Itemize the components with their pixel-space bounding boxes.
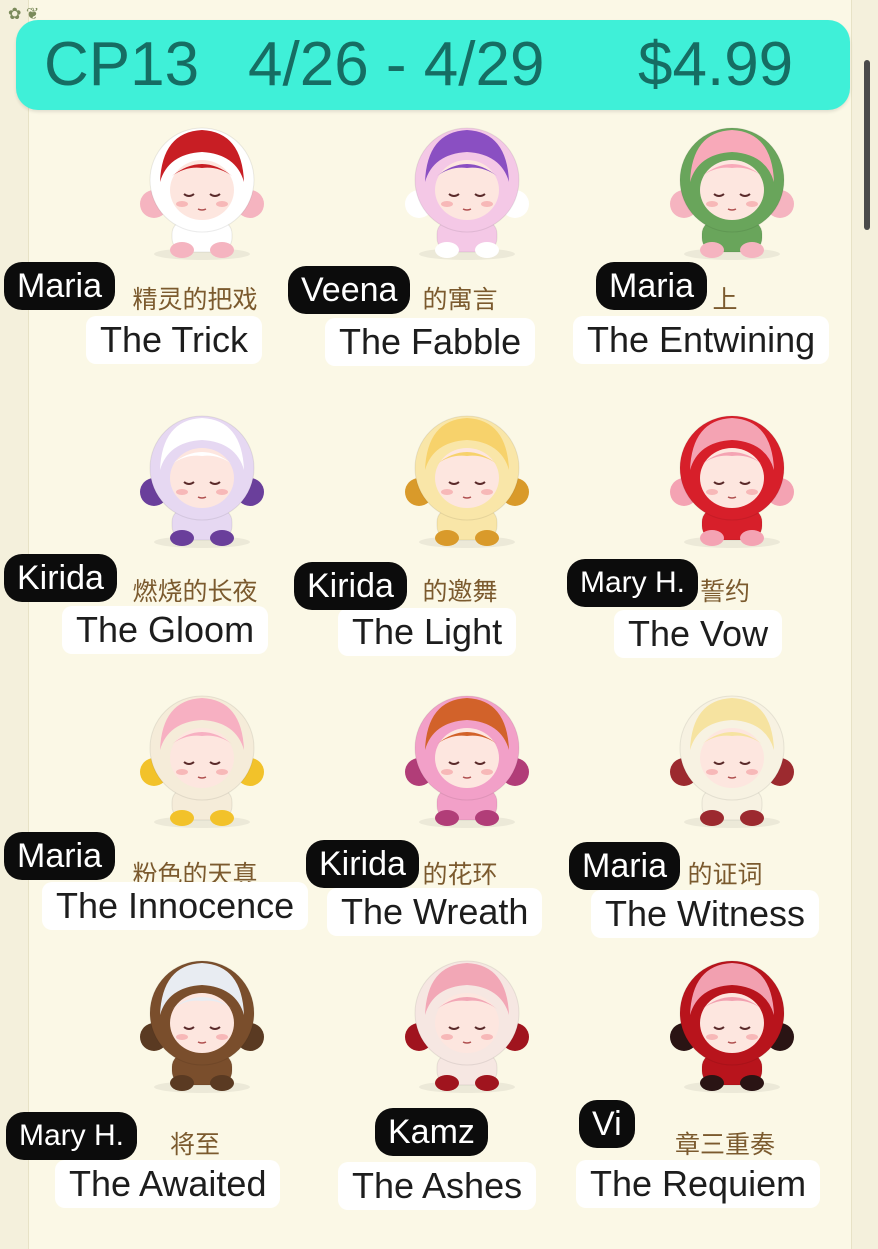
owner-badge: Mary H. [6, 1112, 137, 1160]
figure-name-label: The Witness [591, 890, 820, 938]
figure-name-label: The Light [338, 608, 517, 656]
figure-name-label: The Entwining [573, 316, 830, 364]
figure-name-label: The Trick [86, 316, 263, 364]
figure-image [132, 945, 272, 1095]
figure-name-label: The Vow [614, 610, 783, 658]
owner-badge: Kirida [294, 562, 407, 610]
figure-name-label: The Gloom [62, 606, 269, 654]
figure-image [397, 112, 537, 262]
owner-badge: Veena [288, 266, 411, 314]
figure-image [662, 945, 802, 1095]
banner-code: CP13 [44, 30, 200, 99]
figure-image [662, 400, 802, 550]
figure-name-label: The Awaited [55, 1160, 281, 1208]
banner-dates: 4/26 - 4/29 [248, 30, 545, 99]
figure-name-label: The Innocence [42, 882, 309, 930]
figure-image [397, 945, 537, 1095]
header-banner: CP13 4/26 - 4/29 $4.99 [16, 20, 850, 110]
owner-badge: Kamz [375, 1108, 488, 1156]
owner-badge: Maria [596, 262, 708, 310]
scrollbar[interactable] [864, 60, 870, 230]
owner-badge: Kirida [306, 840, 419, 888]
owner-badge: Maria [569, 842, 681, 890]
figure-image [397, 400, 537, 550]
owner-badge: Maria [4, 832, 116, 880]
figure-image [132, 680, 272, 830]
figure-image [662, 680, 802, 830]
owner-badge: Vi [579, 1100, 635, 1148]
figure-image [662, 112, 802, 262]
figure-image [132, 112, 272, 262]
owner-badge: Kirida [4, 554, 117, 602]
banner-price: $4.99 [638, 30, 794, 99]
figure-name-label: The Wreath [327, 888, 543, 936]
figure-name-label: The Fabble [325, 318, 536, 366]
figure-name-label: The Ashes [338, 1162, 537, 1210]
figure-name-label: The Requiem [576, 1160, 821, 1208]
figure-image [132, 400, 272, 550]
owner-badge: Mary H. [567, 559, 698, 607]
owner-badge: Maria [4, 262, 116, 310]
figure-image [397, 680, 537, 830]
